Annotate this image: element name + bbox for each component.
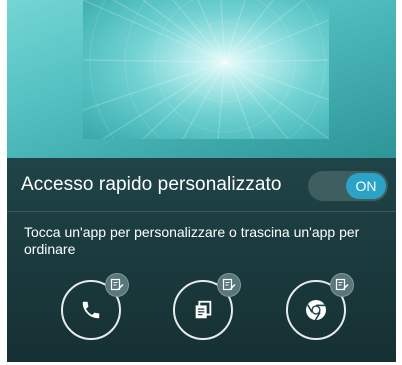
edit-shortcut-button[interactable] — [217, 273, 241, 297]
phone-icon — [82, 301, 100, 319]
shortcut-slot-chrome[interactable] — [286, 273, 354, 340]
quick-access-toggle[interactable]: ON — [308, 171, 388, 201]
chrome-icon — [306, 300, 326, 321]
edit-shortcut-button[interactable] — [105, 273, 129, 297]
wallpaper-preview — [83, 0, 329, 139]
edit-icon — [222, 278, 236, 291]
panel-title: Accesso rapido personalizzato — [21, 174, 282, 195]
messages-icon — [195, 300, 212, 319]
wallpaper-background — [7, 0, 396, 158]
edit-icon — [110, 278, 124, 291]
edit-icon — [335, 278, 349, 291]
toggle-on-label: ON — [346, 173, 386, 199]
edit-shortcut-button[interactable] — [330, 273, 354, 297]
screen: Accesso rapido personalizzato ON Tocca u… — [7, 0, 396, 362]
shortcut-slot-messages[interactable] — [173, 273, 241, 340]
wallpaper-rays — [83, 0, 329, 139]
shortcut-slot-phone[interactable] — [61, 273, 129, 340]
divider — [7, 211, 396, 212]
quick-access-panel: Accesso rapido personalizzato ON Tocca u… — [7, 158, 396, 362]
instructions-text: Tocca un'app per personalizzare o trasci… — [24, 224, 360, 257]
